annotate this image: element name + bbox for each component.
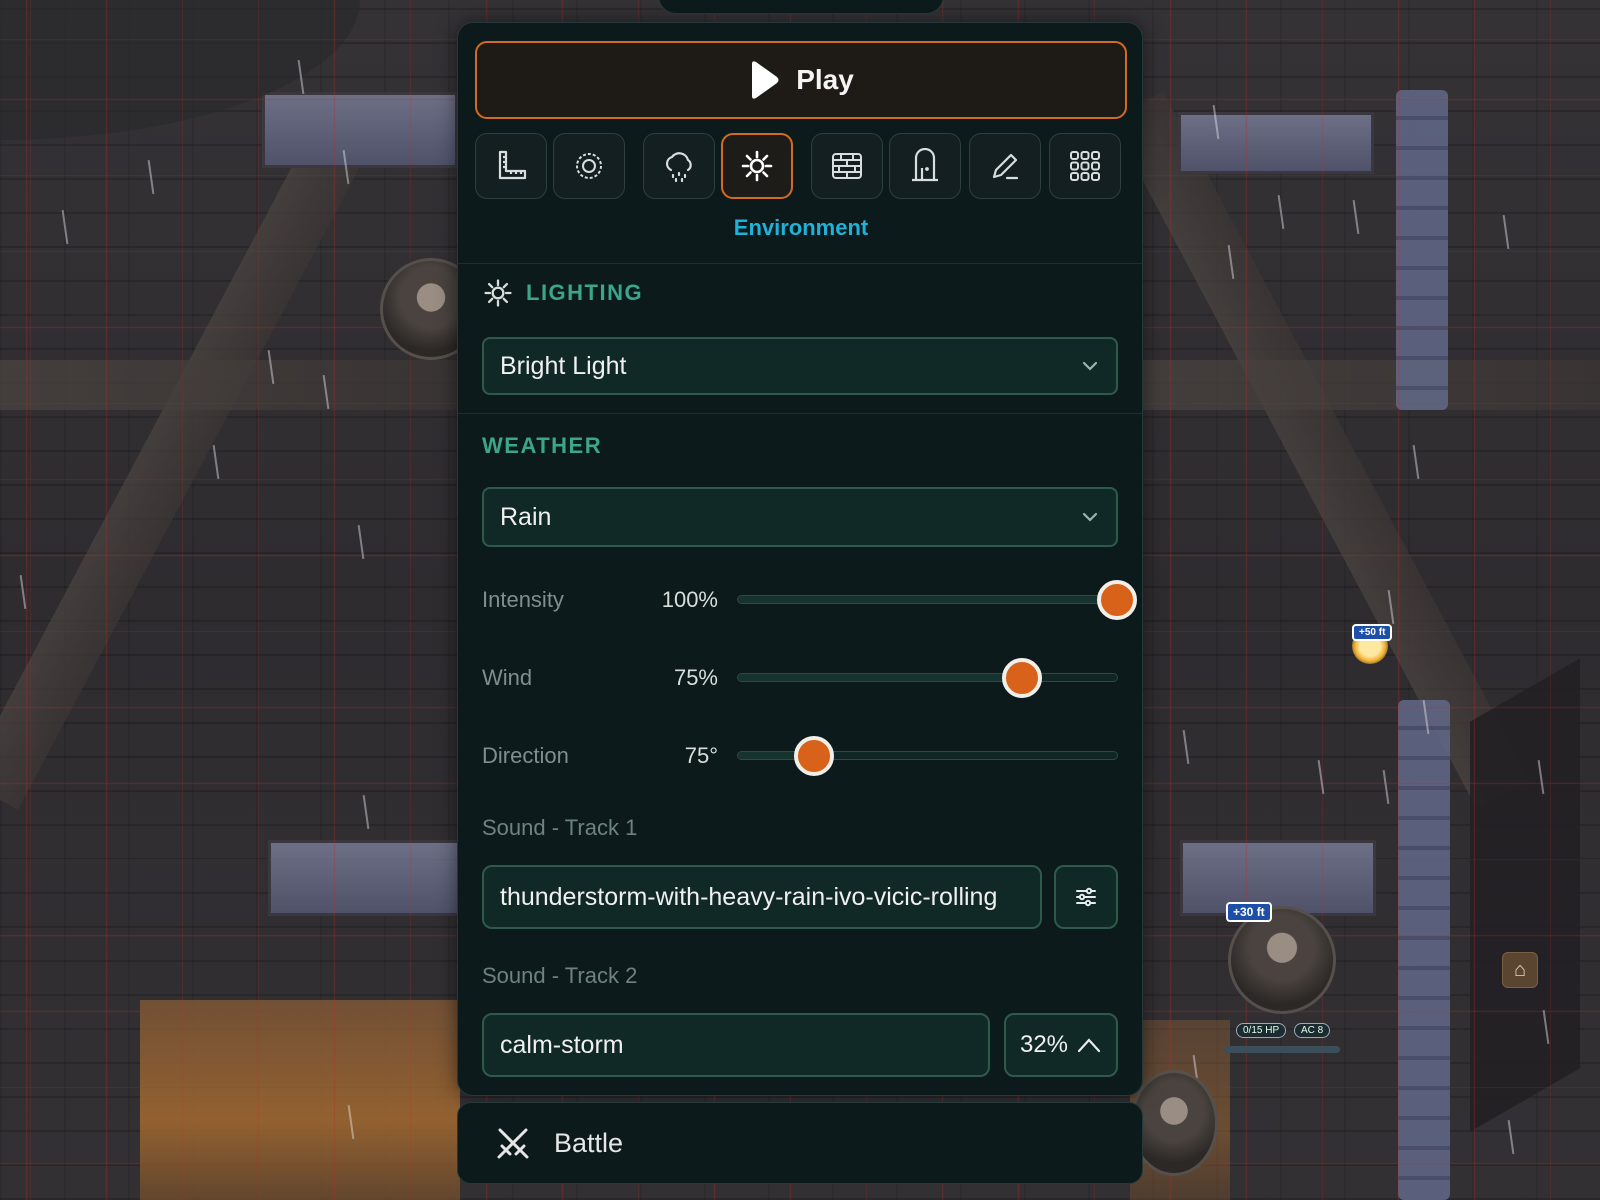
environment-panel: Play Environment LIGHTING Bright Light W…: [457, 22, 1143, 1096]
battle-button[interactable]: Battle: [457, 1102, 1143, 1184]
weather-title: WEATHER: [482, 433, 603, 458]
chevron-down-icon: [1082, 512, 1098, 522]
active-tool-caption: Environment: [733, 215, 869, 240]
sliders-icon: [1076, 887, 1096, 907]
sound-track-1-label: Sound - Track 1: [482, 815, 638, 840]
divider: [458, 413, 1142, 414]
chevron-down-icon: [1082, 361, 1098, 371]
sound-track-2-input[interactable]: calm-storm: [482, 1013, 990, 1077]
play-label: Play: [796, 64, 854, 95]
sound-track-2-volume: 32%: [1019, 1031, 1069, 1058]
character-token[interactable]: [1228, 906, 1336, 1014]
tool-ruler[interactable]: [475, 133, 547, 199]
wind-label: Wind: [482, 665, 533, 690]
lighting-title: LIGHTING: [526, 280, 644, 305]
weather-section-title: WEATHER: [482, 433, 602, 459]
battle-label: Battle: [554, 1127, 624, 1158]
sound-track-1-settings-button[interactable]: [1054, 865, 1118, 929]
tool-draw[interactable]: [969, 133, 1041, 199]
divider: [458, 263, 1142, 264]
crossed-swords-icon: [497, 1128, 529, 1159]
direction-slider-row: Direction 75°: [482, 731, 1118, 781]
tool-walls[interactable]: [811, 133, 883, 199]
tool-weather[interactable]: [643, 133, 715, 199]
intensity-value: 100%: [661, 587, 718, 612]
direction-value: 75°: [684, 743, 718, 768]
intensity-slider-thumb[interactable]: [1097, 580, 1137, 620]
direction-label: Direction: [482, 743, 569, 768]
chevron-up-icon: [1077, 1038, 1101, 1053]
hp-bar: [1224, 1046, 1340, 1053]
sun-icon: [741, 150, 773, 182]
intensity-slider[interactable]: [737, 580, 1137, 620]
movement-badge: +50 ft: [1352, 624, 1393, 641]
wind-value: 75%: [673, 665, 718, 690]
intensity-slider-row: Intensity 100%: [482, 575, 1137, 625]
lighting-select[interactable]: Bright Light: [482, 337, 1118, 395]
movement-badge: +30 ft: [1226, 902, 1272, 922]
wind-slider-row: Wind 75%: [482, 653, 1118, 703]
sound-track-2-volume-button[interactable]: 32%: [1004, 1013, 1118, 1077]
lighting-selected-value: Bright Light: [500, 351, 627, 380]
tool-bar: [475, 133, 1127, 201]
sound-track-2-label: Sound - Track 2: [482, 963, 638, 988]
weather-select[interactable]: Rain: [482, 487, 1118, 547]
play-button[interactable]: Play: [475, 41, 1127, 119]
door-icon: [912, 148, 938, 182]
weather-selected-value: Rain: [500, 502, 552, 531]
pencil-icon: [992, 153, 1019, 180]
grid-icon: [1070, 151, 1100, 181]
wall-icon: [832, 153, 862, 179]
wind-slider-thumb[interactable]: [1002, 658, 1043, 698]
tool-target[interactable]: [553, 133, 625, 199]
tool-doors[interactable]: [889, 133, 961, 199]
target-icon: [576, 153, 602, 179]
tool-environment[interactable]: [721, 133, 793, 199]
hp-badge: 0/15 HP: [1236, 1023, 1287, 1038]
door-icon[interactable]: ⌂: [1502, 952, 1538, 988]
direction-slider[interactable]: [737, 736, 1118, 776]
intensity-label: Intensity: [482, 587, 564, 612]
sun-icon: [484, 279, 512, 307]
wind-slider[interactable]: [737, 658, 1118, 698]
play-icon: [752, 61, 779, 99]
direction-slider-thumb[interactable]: [793, 736, 834, 776]
ac-badge: AC 8: [1294, 1023, 1331, 1038]
ruler-icon: [498, 150, 527, 180]
tool-grid[interactable]: [1049, 133, 1121, 199]
lighting-section-title: LIGHTING: [482, 277, 643, 309]
panel-top-handle: [658, 0, 944, 14]
character-token[interactable]: [1130, 1070, 1218, 1176]
weather-icon: [665, 152, 692, 183]
sound-track-1-input[interactable]: thunderstorm-with-heavy-rain-ivo-vicic-r…: [482, 865, 1042, 929]
